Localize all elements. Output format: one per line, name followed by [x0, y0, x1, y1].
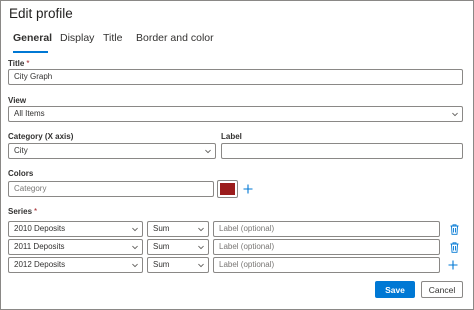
- title-input[interactable]: City Graph: [8, 69, 463, 85]
- cancel-button[interactable]: Cancel: [421, 281, 463, 298]
- plus-icon[interactable]: [447, 259, 459, 271]
- series-label-input[interactable]: Label (optional): [213, 221, 440, 237]
- series-field-dropdown[interactable]: 2010 Deposits: [8, 221, 143, 237]
- series-label-text: Series: [8, 207, 33, 216]
- label-input[interactable]: [221, 143, 463, 159]
- chevron-down-icon: [132, 262, 138, 268]
- view-label: View: [8, 96, 27, 105]
- color-swatch[interactable]: [217, 180, 238, 198]
- tab-display[interactable]: Display: [60, 32, 94, 44]
- trash-icon[interactable]: [448, 241, 460, 253]
- series-aggregate-dropdown[interactable]: Sum: [147, 221, 209, 237]
- colors-category-input[interactable]: Category: [8, 181, 214, 197]
- color-swatch-fill: [220, 183, 235, 195]
- chevron-down-icon: [452, 111, 458, 117]
- edit-profile-dialog: Edit profile General Display Title Borde…: [0, 0, 474, 310]
- chevron-down-icon: [205, 148, 211, 154]
- plus-icon[interactable]: [242, 183, 254, 195]
- series-aggregate-value: Sum: [153, 224, 170, 233]
- title-label: Title *: [8, 59, 29, 68]
- colors-label: Colors: [8, 169, 34, 178]
- tab-title[interactable]: Title: [103, 32, 122, 44]
- series-field-value: 2012 Deposits: [14, 260, 66, 269]
- view-dropdown[interactable]: All Items: [8, 106, 463, 122]
- view-dropdown-value: All Items: [14, 109, 45, 118]
- series-field-dropdown[interactable]: 2012 Deposits: [8, 257, 143, 273]
- series-aggregate-dropdown[interactable]: Sum: [147, 239, 209, 255]
- series-aggregate-dropdown[interactable]: Sum: [147, 257, 209, 273]
- tab-border-and-color[interactable]: Border and color: [136, 32, 214, 44]
- label-field-label: Label: [221, 132, 242, 141]
- series-field-value: 2011 Deposits: [14, 242, 65, 251]
- trash-icon[interactable]: [448, 223, 460, 235]
- tab-general[interactable]: General: [13, 32, 52, 44]
- category-label: Category (X axis): [8, 132, 74, 141]
- save-button[interactable]: Save: [375, 281, 415, 298]
- series-aggregate-value: Sum: [153, 260, 170, 269]
- series-label-input[interactable]: Label (optional): [213, 257, 440, 273]
- category-dropdown[interactable]: City: [8, 143, 216, 159]
- active-tab-indicator: [13, 51, 48, 53]
- chevron-down-icon: [198, 226, 204, 232]
- title-label-text: Title: [8, 59, 25, 68]
- chevron-down-icon: [198, 244, 204, 250]
- series-field-value: 2010 Deposits: [14, 224, 66, 233]
- chevron-down-icon: [132, 226, 138, 232]
- required-mark: *: [34, 207, 38, 216]
- chevron-down-icon: [198, 262, 204, 268]
- series-label-input[interactable]: Label (optional): [213, 239, 440, 255]
- dialog-title: Edit profile: [9, 6, 73, 21]
- category-dropdown-value: City: [14, 146, 28, 155]
- series-field-dropdown[interactable]: 2011 Deposits: [8, 239, 143, 255]
- chevron-down-icon: [132, 244, 138, 250]
- series-label: Series *: [8, 207, 37, 216]
- required-mark: *: [26, 59, 30, 68]
- series-aggregate-value: Sum: [153, 242, 170, 251]
